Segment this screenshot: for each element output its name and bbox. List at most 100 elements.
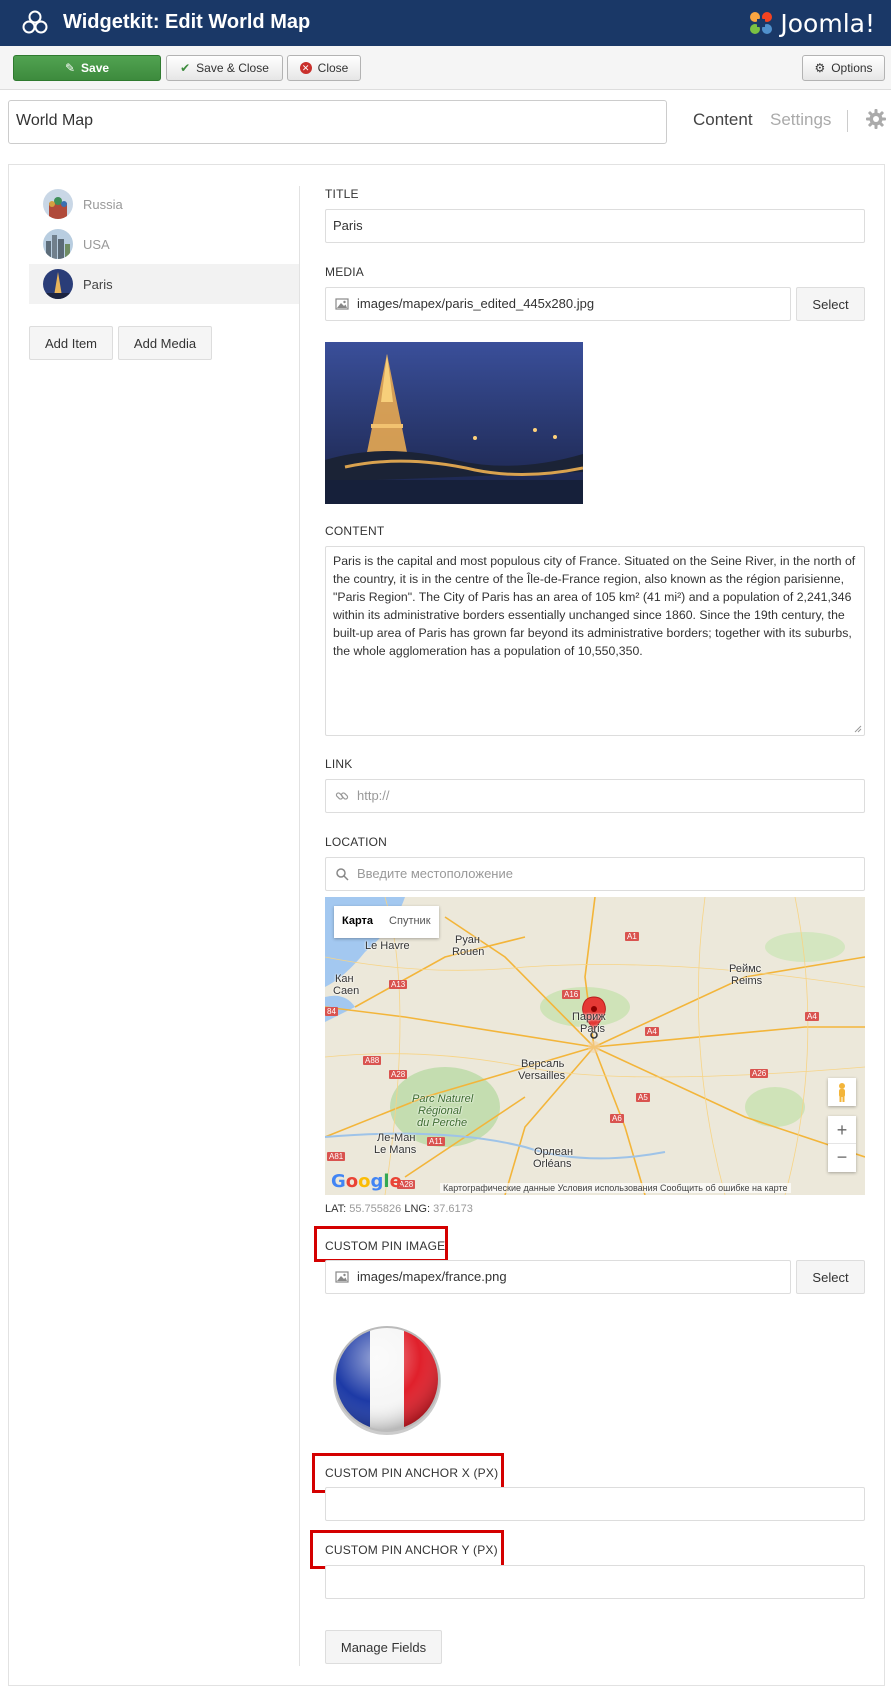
- content-text: Paris is the capital and most populous c…: [333, 554, 856, 658]
- title-input[interactable]: Paris: [325, 209, 865, 243]
- save-button[interactable]: ✎ Save: [13, 55, 161, 81]
- list-item-russia[interactable]: Russia: [29, 184, 299, 224]
- road-badge: A88: [363, 1056, 382, 1065]
- map-label: Caen: [333, 985, 360, 997]
- close-label: Close: [317, 61, 349, 75]
- tab-content[interactable]: Content: [693, 110, 753, 130]
- manage-fields-button[interactable]: Manage Fields: [325, 1630, 442, 1664]
- toolbar: ✎ Save ✔ Save & Close ✕ Close ⚙ Options: [0, 46, 891, 90]
- item-thumbnail: [43, 229, 73, 259]
- map-type-map-button[interactable]: Карта: [334, 906, 381, 938]
- map-label: Le Havre: [365, 940, 410, 952]
- link-label: LINK: [325, 757, 353, 771]
- options-button[interactable]: ⚙ Options: [802, 55, 885, 81]
- zoom-out-button[interactable]: −: [828, 1144, 856, 1171]
- map-label: Rouen: [452, 946, 485, 958]
- page-title: Widgetkit: Edit World Map: [63, 11, 311, 33]
- resize-handle-icon[interactable]: [854, 725, 862, 733]
- link-placeholder: http://: [357, 788, 390, 803]
- road-badge: A4: [645, 1027, 659, 1036]
- road-badge: A13: [389, 980, 408, 989]
- lng-label: LNG:: [404, 1203, 431, 1215]
- list-item-paris[interactable]: Paris: [29, 264, 299, 304]
- location-map[interactable]: Le Havre Руан Rouen Кан Caen Реймс Reims…: [325, 897, 865, 1195]
- map-label: Руан: [455, 934, 480, 946]
- joomla-logo: Joomla!: [746, 5, 875, 41]
- list-item-label: USA: [83, 236, 110, 252]
- map-attribution[interactable]: Картографические данные Условия использо…: [440, 1183, 791, 1193]
- gear-icon[interactable]: [865, 108, 887, 130]
- link-icon: [335, 792, 349, 800]
- item-thumbnail: [43, 189, 73, 219]
- road-badge: A6: [610, 1114, 624, 1123]
- anchor-x-label: CUSTOM PIN ANCHOR X (PX): [325, 1466, 499, 1480]
- location-label: LOCATION: [325, 835, 388, 849]
- save-close-button[interactable]: ✔ Save & Close: [166, 55, 283, 81]
- road-badge: A5: [636, 1093, 650, 1102]
- custom-pin-select-button[interactable]: Select: [796, 1260, 865, 1294]
- image-icon: [335, 1271, 349, 1283]
- map-label: Régional: [418, 1105, 462, 1117]
- road-badge: A1: [625, 932, 639, 941]
- map-type-control: Карта Спутник: [334, 906, 439, 938]
- custom-pin-image-label: CUSTOM PIN IMAGE: [325, 1239, 446, 1253]
- search-icon: [336, 868, 349, 881]
- joomla-logo-icon: [750, 12, 773, 34]
- map-label: Versailles: [518, 1070, 566, 1082]
- road-badge: A4: [805, 1012, 819, 1021]
- add-media-button[interactable]: Add Media: [118, 326, 212, 360]
- widgetkit-logo-icon: [22, 10, 48, 34]
- map-label: du Perche: [417, 1117, 468, 1129]
- location-placeholder: Введите местоположение: [357, 866, 513, 881]
- title-label: TITLE: [325, 187, 359, 201]
- map-label: Reims: [731, 975, 763, 987]
- edit-icon: ✎: [64, 61, 76, 75]
- zoom-in-button[interactable]: +: [828, 1116, 856, 1144]
- list-item-label: Paris: [83, 276, 113, 292]
- lng-value: 37.6173: [433, 1203, 473, 1215]
- tab-settings[interactable]: Settings: [770, 110, 831, 130]
- add-item-button[interactable]: Add Item: [29, 326, 113, 360]
- widget-name-input[interactable]: World Map: [8, 100, 667, 144]
- image-icon: [335, 298, 349, 310]
- content-textarea[interactable]: Paris is the capital and most populous c…: [325, 546, 865, 736]
- media-preview-image: [325, 342, 583, 504]
- media-label: MEDIA: [325, 265, 365, 279]
- road-badge: A26: [750, 1069, 769, 1078]
- road-badge: A81: [327, 1152, 346, 1161]
- map-label: Parc Naturel: [412, 1093, 474, 1105]
- map-type-satellite-button[interactable]: Спутник: [381, 906, 438, 938]
- zoom-control: + −: [828, 1116, 856, 1172]
- google-logo: Google: [331, 1171, 402, 1192]
- list-item-label: Russia: [83, 196, 123, 212]
- map-label: Орлеан: [534, 1146, 574, 1158]
- anchor-y-input[interactable]: [325, 1565, 865, 1599]
- map-label: Ле-Ман: [377, 1132, 416, 1144]
- france-flag-pin-image: [333, 1326, 441, 1435]
- anchor-y-label: CUSTOM PIN ANCHOR Y (PX): [325, 1543, 498, 1557]
- map-label: Le Mans: [374, 1144, 417, 1156]
- close-button[interactable]: ✕ Close: [287, 55, 361, 81]
- anchor-x-input[interactable]: [325, 1487, 865, 1521]
- lat-label: LAT:: [325, 1203, 347, 1215]
- gear-icon: ⚙: [814, 61, 826, 75]
- lat-value: 55.755826: [349, 1203, 402, 1215]
- check-icon: ✔: [180, 61, 191, 75]
- street-view-pegman-icon[interactable]: [828, 1078, 856, 1106]
- link-input[interactable]: http://: [325, 779, 865, 813]
- location-search-input[interactable]: Введите местоположение: [325, 857, 865, 891]
- map-label: Реймс: [729, 963, 762, 975]
- custom-pin-image-value: images/mapex/france.png: [357, 1269, 507, 1284]
- road-badge: A28: [389, 1070, 408, 1079]
- media-input[interactable]: images/mapex/paris_edited_445x280.jpg: [325, 287, 791, 321]
- item-thumbnail: [43, 269, 73, 299]
- save-label: Save: [81, 61, 110, 75]
- app-header: Widgetkit: Edit World Map Joomla!: [0, 0, 891, 46]
- custom-pin-image-input[interactable]: images/mapex/france.png: [325, 1260, 791, 1294]
- media-select-button[interactable]: Select: [796, 287, 865, 321]
- content-label: CONTENT: [325, 524, 385, 538]
- map-label: Orléans: [533, 1158, 572, 1170]
- road-badge: A16: [562, 990, 581, 999]
- media-value: images/mapex/paris_edited_445x280.jpg: [357, 296, 595, 311]
- list-item-usa[interactable]: USA: [29, 224, 299, 264]
